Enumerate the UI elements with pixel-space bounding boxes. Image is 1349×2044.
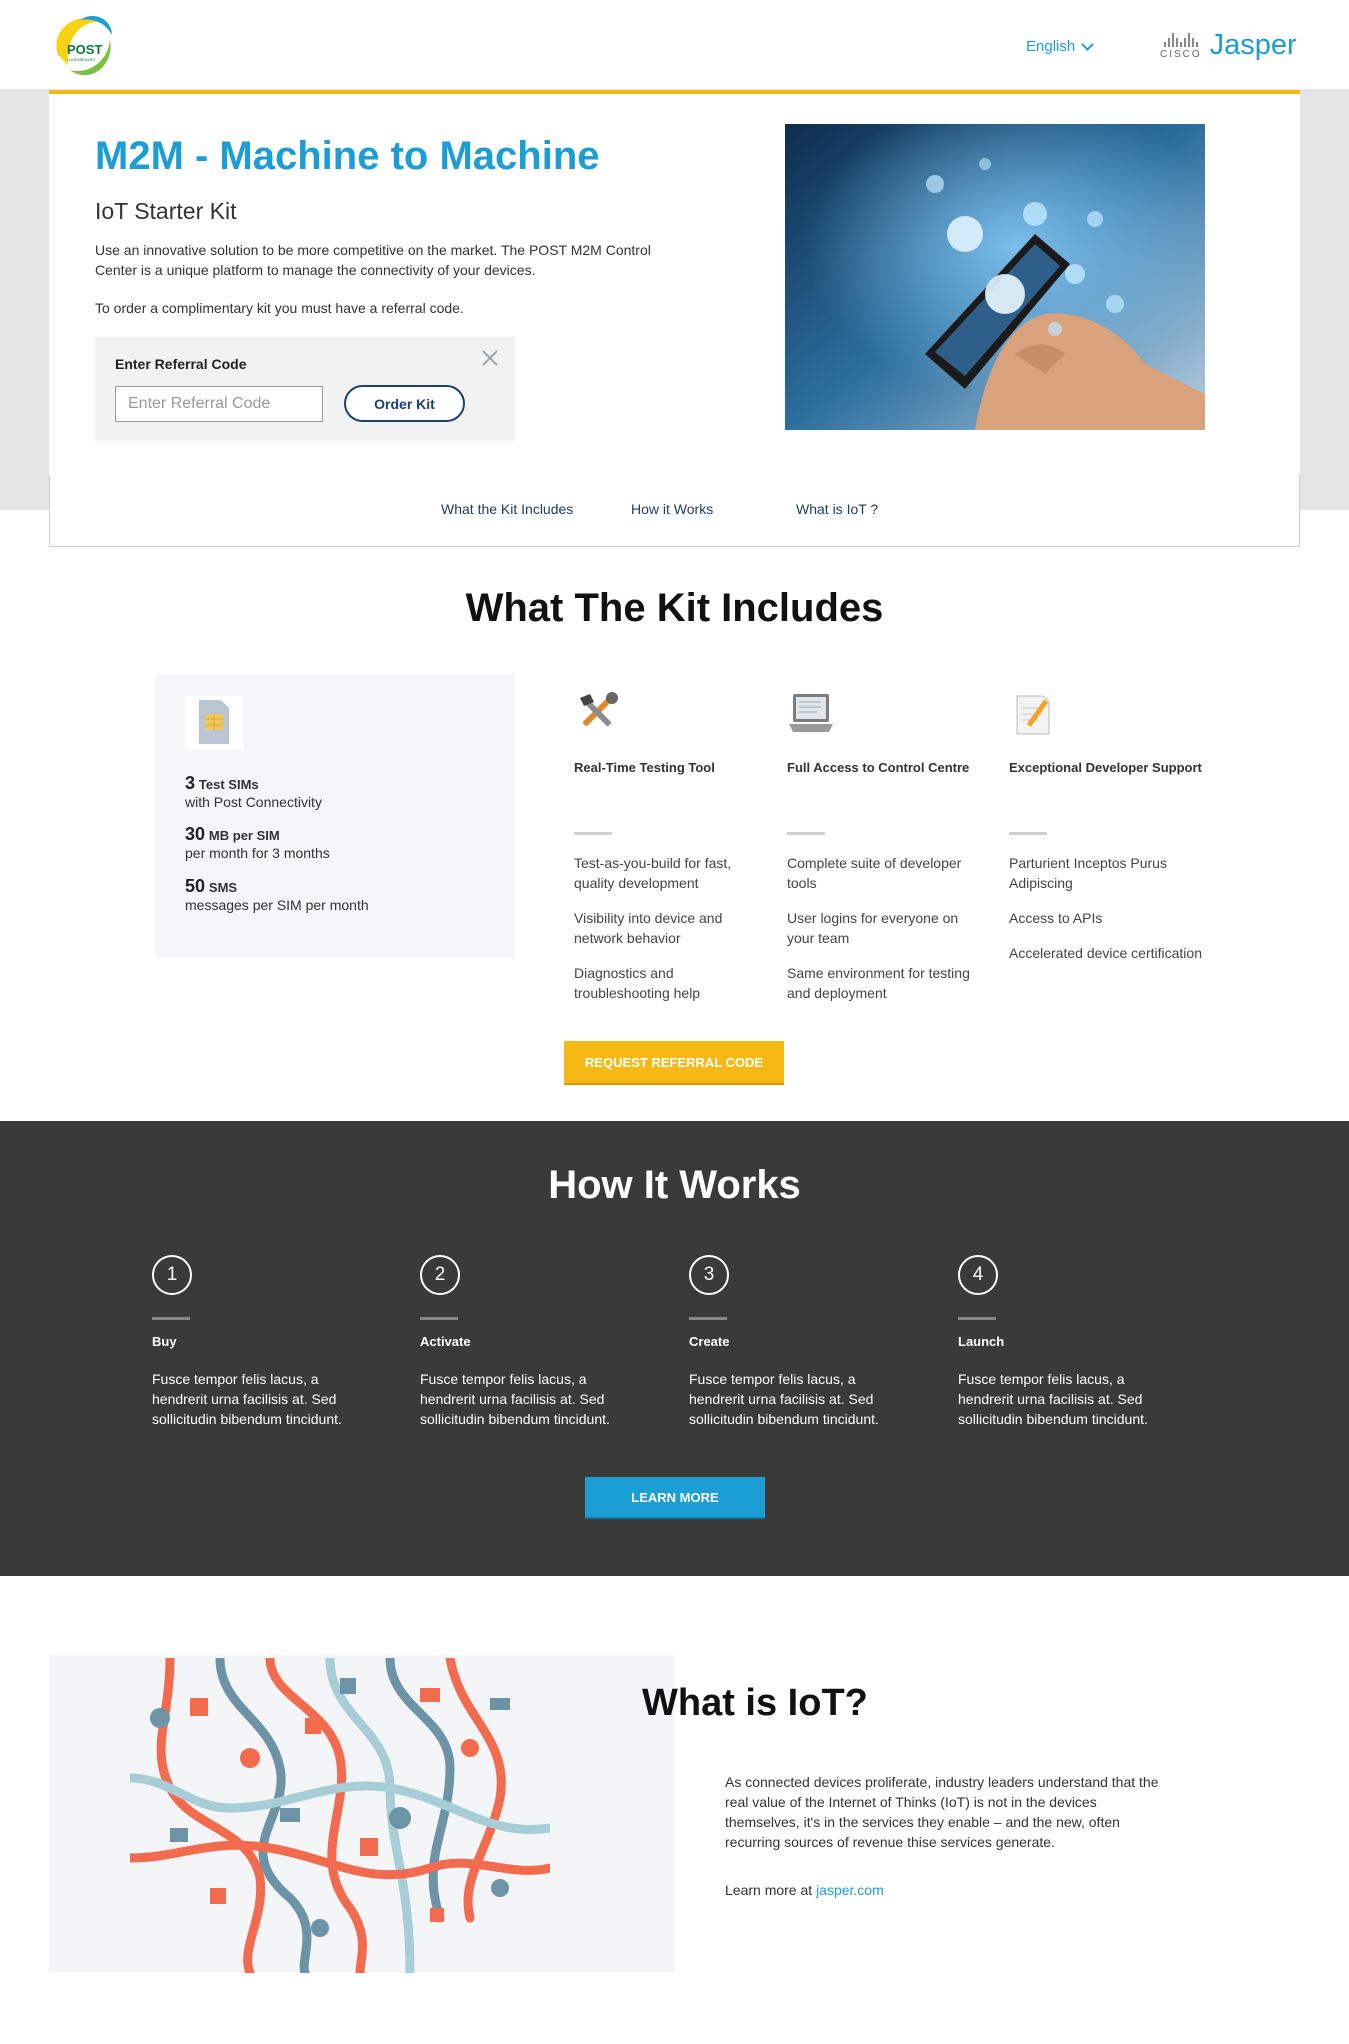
step-text: Fusce tempor felis lacus, a hendrerit ur… [958, 1371, 1148, 1427]
referral-note: To order a complimentary kit you must ha… [95, 300, 464, 316]
referral-code-input[interactable] [115, 386, 323, 422]
tab-kit-includes[interactable]: What the Kit Includes [441, 501, 573, 517]
referral-panel: Enter Referral Code Order Kit [95, 337, 515, 441]
cisco-logo: CISCO [1160, 33, 1202, 60]
divider [958, 1317, 996, 1320]
feature-item: Diagnostics and troubleshooting help [574, 965, 701, 1001]
step-text: Fusce tempor felis lacus, a hendrerit ur… [152, 1371, 342, 1427]
page-title: M2M - Machine to Machine [95, 134, 600, 178]
feature-control-centre: Full Access to Control Centre Complete s… [787, 690, 982, 1018]
tools-icon [574, 690, 622, 738]
svg-text:POST: POST [67, 42, 102, 57]
feature-item: Test-as-you-build for fast, quality deve… [574, 855, 732, 891]
step-activate: 2 Activate Fusce tempor felis lacus, a h… [420, 1255, 640, 1429]
feature-title: Full Access to Control Centre [787, 760, 970, 775]
divider [787, 832, 825, 835]
cisco-jasper-logo[interactable]: CISCO Jasper [1160, 30, 1297, 60]
language-selector[interactable]: English [1026, 37, 1095, 55]
cisco-bars-icon [1163, 33, 1198, 47]
step-title: Activate [420, 1334, 471, 1349]
jasper-link[interactable]: jasper.com [816, 1882, 884, 1898]
stat-data: 30 MB per SIM per month for 3 months [185, 824, 330, 861]
close-icon[interactable] [479, 347, 501, 369]
section-tabs: What the Kit Includes How it Works What … [49, 475, 1300, 547]
order-kit-button[interactable]: Order Kit [344, 385, 465, 422]
feature-developer-support: Exceptional Developer Support Parturient… [1009, 690, 1204, 978]
learn-more-prefix: Learn more at [725, 1882, 817, 1898]
chevron-down-icon [1081, 37, 1095, 51]
step-number: 3 [689, 1255, 729, 1295]
step-title: Buy [152, 1334, 177, 1349]
how-it-works-section: How It Works 1 Buy Fusce tempor felis la… [0, 1121, 1349, 1576]
divider [689, 1317, 727, 1320]
step-create: 3 Create Fusce tempor felis lacus, a hen… [689, 1255, 909, 1429]
feature-item: Accelerated device certification [1009, 945, 1202, 961]
step-buy: 1 Buy Fusce tempor felis lacus, a hendre… [152, 1255, 372, 1429]
step-text: Fusce tempor felis lacus, a hendrerit ur… [420, 1371, 610, 1427]
feature-item: User logins for everyone on your team [787, 910, 959, 946]
learn-more-button[interactable]: LEARN MORE [585, 1477, 765, 1517]
feature-testing-tool: Real-Time Testing Tool Test-as-you-build… [574, 690, 769, 1018]
stat-sms: 50 SMS messages per SIM per month [185, 876, 369, 913]
site-header: POST LUXEMBOURG English CISCO Jasper [0, 0, 1349, 90]
feature-item: Same environment for testing and deploym… [787, 965, 970, 1001]
language-label: English [1026, 38, 1076, 55]
divider [152, 1317, 190, 1320]
step-title: Launch [958, 1334, 1005, 1349]
divider [574, 832, 612, 835]
feature-title: Exceptional Developer Support [1009, 760, 1202, 775]
post-logo[interactable]: POST LUXEMBOURG [50, 10, 116, 80]
step-number: 4 [958, 1255, 998, 1295]
sim-card-icon [185, 696, 243, 750]
iot-section-title: What is IoT? [642, 1682, 868, 1724]
step-title: Create [689, 1334, 730, 1349]
request-referral-code-button[interactable]: REQUEST REFERRAL CODE [564, 1041, 784, 1083]
feature-item: Parturient Inceptos Purus Adipiscing [1009, 855, 1167, 891]
feature-item: Access to APIs [1009, 910, 1103, 926]
how-section-title: How It Works [548, 1163, 801, 1207]
hero-phone-image [785, 124, 1205, 430]
iot-illustration [125, 1653, 555, 1978]
referral-label: Enter Referral Code [115, 356, 247, 372]
kit-section-title: What The Kit Includes [465, 586, 884, 630]
notepad-icon [1009, 690, 1057, 738]
cisco-wordmark: CISCO [1160, 49, 1202, 60]
step-launch: 4 Launch Fusce tempor felis lacus, a hen… [958, 1255, 1178, 1429]
svg-text:LUXEMBOURG: LUXEMBOURG [67, 57, 95, 62]
jasper-wordmark: Jasper [1209, 29, 1297, 61]
divider [1009, 832, 1047, 835]
tab-how-it-works[interactable]: How it Works [631, 501, 713, 517]
step-number: 2 [420, 1255, 460, 1295]
iot-description: As connected devices proliferate, indust… [725, 1774, 1159, 1850]
feature-item: Complete suite of developer tools [787, 855, 962, 891]
laptop-icon [787, 690, 835, 738]
step-number: 1 [152, 1255, 192, 1295]
divider [420, 1317, 458, 1320]
hero-description: Use an innovative solution to be more co… [95, 242, 651, 278]
feature-item: Visibility into device and network behav… [574, 910, 723, 946]
iot-learn-more: Learn more at jasper.com [725, 1882, 884, 1898]
tab-what-is-iot[interactable]: What is IoT ? [796, 501, 878, 517]
step-text: Fusce tempor felis lacus, a hendrerit ur… [689, 1371, 879, 1427]
page-subtitle: IoT Starter Kit [95, 198, 237, 224]
stat-sims: 3 Test SIMs with Post Connectivity [185, 773, 322, 810]
kit-stats-panel: 3 Test SIMs with Post Connectivity 30 MB… [155, 674, 515, 958]
feature-title: Real-Time Testing Tool [574, 760, 715, 775]
